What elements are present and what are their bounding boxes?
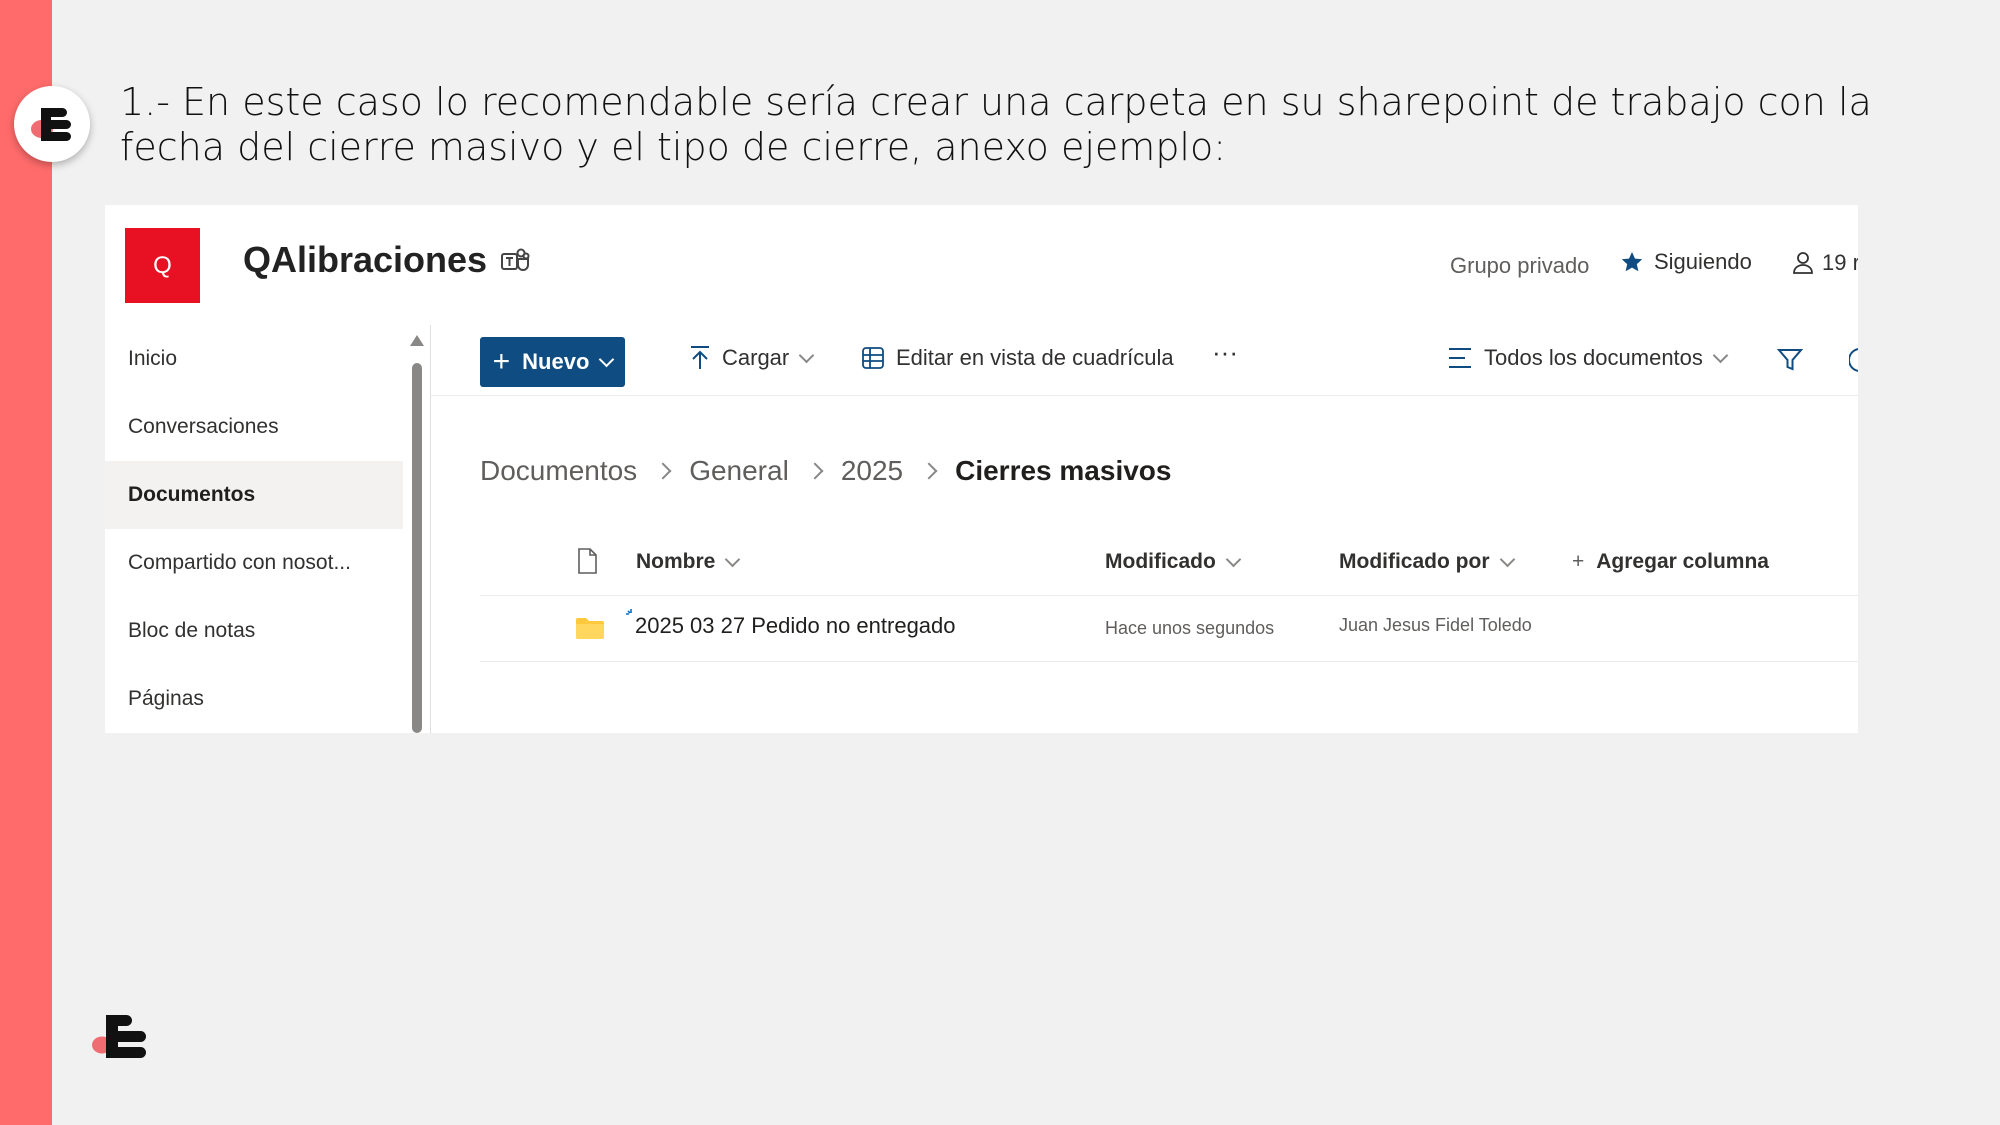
breadcrumb-item-general[interactable]: General [689, 455, 789, 487]
upload-icon [691, 346, 709, 369]
chevron-down-icon [599, 351, 615, 367]
chevron-right-icon [920, 462, 938, 480]
nav-item-bloc-de-notas[interactable]: Bloc de notas [105, 597, 403, 665]
list-view-icon [1449, 348, 1471, 368]
grid-icon [862, 347, 884, 369]
follow-button[interactable]: Siguiendo [1620, 249, 1752, 275]
new-button-label: Nuevo [522, 349, 590, 374]
column-modified-label: Modificado [1105, 550, 1216, 573]
column-header-modified[interactable]: Modificado [1105, 550, 1242, 574]
upload-label: Cargar [722, 345, 790, 370]
chevron-right-icon [806, 462, 824, 480]
breadcrumb: Documentos General 2025 Cierres masivos [480, 455, 1171, 487]
grid-edit-label: Editar en vista de cuadrícula [896, 345, 1174, 370]
view-selector[interactable]: Todos los documentos [1448, 345, 1729, 371]
teams-icon[interactable] [500, 247, 530, 275]
site-logo[interactable]: Q [125, 228, 200, 303]
more-actions-button[interactable]: ··· [1212, 337, 1238, 368]
follow-label: Siguiendo [1654, 249, 1752, 274]
nav-item-documentos[interactable]: Documentos [105, 461, 403, 529]
breadcrumb-item-documentos[interactable]: Documentos [480, 455, 637, 487]
star-icon [1621, 252, 1643, 272]
filter-icon[interactable] [1777, 348, 1803, 372]
file-modified-by[interactable]: Juan Jesus Fidel Toledo [1339, 615, 1532, 636]
members-button[interactable]: 19 r [1792, 250, 1858, 276]
plus-icon: + [1572, 550, 1585, 573]
file-name[interactable]: 2025 03 27 Pedido no entregado [635, 613, 956, 639]
grid-edit-button[interactable]: Editar en vista de cuadrícula [862, 345, 1174, 371]
nav-item-compartido[interactable]: Compartido con nosot... [105, 529, 403, 597]
chevron-right-icon [654, 462, 672, 480]
column-modified-by-label: Modificado por [1339, 550, 1490, 573]
file-modified: Hace unos segundos [1105, 618, 1275, 638]
column-header-modified-by[interactable]: Modificado por [1339, 550, 1515, 574]
nav-item-inicio[interactable]: Inicio [105, 325, 403, 393]
add-column-button[interactable]: + Agregar columna [1572, 550, 1769, 574]
slide-accent-bar [0, 0, 52, 1125]
breadcrumb-current: Cierres masivos [955, 455, 1172, 486]
add-column-label: Agregar columna [1596, 550, 1769, 573]
breadcrumb-item-2025[interactable]: 2025 [841, 455, 903, 487]
sharepoint-screenshot: Q QAlibraciones Grupo privado Siguiendo … [105, 205, 1858, 733]
chevron-down-icon [1712, 347, 1729, 363]
brand-badge [14, 86, 90, 162]
folder-icon [576, 618, 604, 639]
chevron-down-icon [798, 347, 815, 363]
commandbar-divider [430, 395, 1858, 396]
scroll-thumb[interactable] [412, 363, 422, 733]
footer-brand-logo [92, 1015, 146, 1058]
header-divider [480, 595, 1858, 596]
new-button[interactable]: + Nuevo [480, 337, 625, 387]
slide-heading: 1.- En este caso lo recomendable sería c… [120, 80, 1872, 169]
site-navigation: Inicio Conversaciones Documentos Compart… [105, 325, 403, 733]
column-header-name[interactable]: Nombre [636, 550, 741, 574]
nav-scrollbar[interactable] [410, 335, 424, 733]
brand-logo-icon [31, 108, 71, 141]
nav-item-conversaciones[interactable]: Conversaciones [105, 393, 403, 461]
group-privacy-label: Grupo privado [1450, 253, 1590, 278]
members-count: 19 r [1822, 250, 1858, 275]
chevron-down-icon [725, 551, 741, 567]
chevron-down-icon [1225, 551, 1242, 567]
person-icon [1793, 252, 1813, 274]
info-icon[interactable] [1849, 347, 1858, 373]
file-type-icon[interactable] [577, 548, 597, 574]
nav-item-paginas[interactable]: Páginas [105, 665, 403, 733]
row-divider [480, 661, 1858, 662]
view-label: Todos los documentos [1484, 345, 1703, 370]
plus-icon: + [492, 345, 511, 378]
upload-button[interactable]: Cargar [690, 345, 815, 371]
scroll-up-icon[interactable] [410, 335, 424, 346]
site-title[interactable]: QAlibraciones [243, 239, 487, 281]
chevron-down-icon [1499, 551, 1515, 567]
column-name-label: Nombre [636, 550, 716, 573]
nav-divider [430, 325, 431, 733]
